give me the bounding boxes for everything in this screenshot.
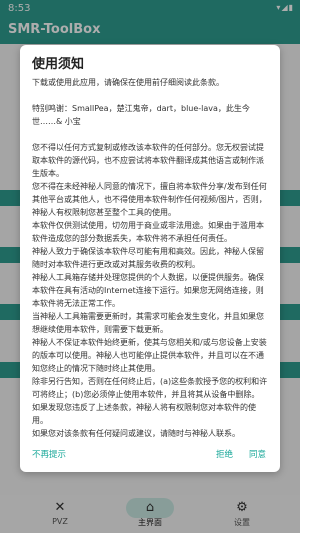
accept-button[interactable]: 同意 bbox=[249, 448, 266, 460]
dialog-body[interactable]: 下载或使用此应用，请确保在使用前仔细阅读此条款。 特别鸣谢：SmallPea，楚… bbox=[32, 76, 268, 442]
dont-show-again-button[interactable]: 不再提示 bbox=[32, 448, 66, 460]
dialog-paragraph: 如果发现您违反了上述条款，神秘人将有权限制您对本软件的使用。 bbox=[32, 403, 256, 425]
dialog-paragraph: 您不得在未经神秘人同意的情况下，擅自将本软件分享/发布到任何其他平台或其他人，也… bbox=[32, 182, 267, 217]
dialog-paragraph: 除非另行告知，否则在任何终止后，(a)这些条款授予您的权利和许可将终止；(b)您… bbox=[32, 377, 268, 399]
dialog-title: 使用须知 bbox=[32, 57, 85, 72]
dialog-actions: 不再提示 拒绝 同意 bbox=[20, 448, 280, 466]
dialog-paragraph: 神秘人工具箱存储并处理您提供的个人数据，以便提供服务。确保本软件在具有活动的In… bbox=[32, 273, 264, 308]
dialog-intro: 下载或使用此应用，请确保在使用前仔细阅读此条款。 bbox=[32, 78, 224, 87]
dialog-paragraph: 神秘人不保证本软件始终更新，使其与您相关和/或与您设备上安装的版本可以使用。神秘… bbox=[32, 338, 267, 373]
dialog-paragraph: 当神秘人工具箱需要更新时，其需求可能会发生变化，并且如果您想继续使用本软件，则需… bbox=[32, 312, 264, 334]
dialog-paragraph: 本软件仅供测试使用，切勿用于商业或非法用途。如果由于滥用本软件造成您的部分数据丢… bbox=[32, 221, 264, 243]
reject-button[interactable]: 拒绝 bbox=[216, 448, 233, 460]
dialog-paragraph: 如果您对该条款有任何疑问或建议，请随时与神秘人联系。 bbox=[32, 429, 240, 438]
dialog-thanks: 特别鸣谢：SmallPea，楚江鬼帝，dart，blue-lava，此生今世……… bbox=[32, 104, 250, 126]
dialog-paragraph: 您不得以任何方式复制或修改该本软件的任何部分。您无权尝试提取本软件的源代码，也不… bbox=[32, 143, 264, 178]
dialog-paragraph: 神秘人致力于确保该本软件尽可能有用和高效。因此，神秘人保留随时对本软件进行更改或… bbox=[32, 247, 264, 269]
terms-dialog: 使用须知 下载或使用此应用，请确保在使用前仔细阅读此条款。 特别鸣谢：Small… bbox=[20, 45, 280, 472]
